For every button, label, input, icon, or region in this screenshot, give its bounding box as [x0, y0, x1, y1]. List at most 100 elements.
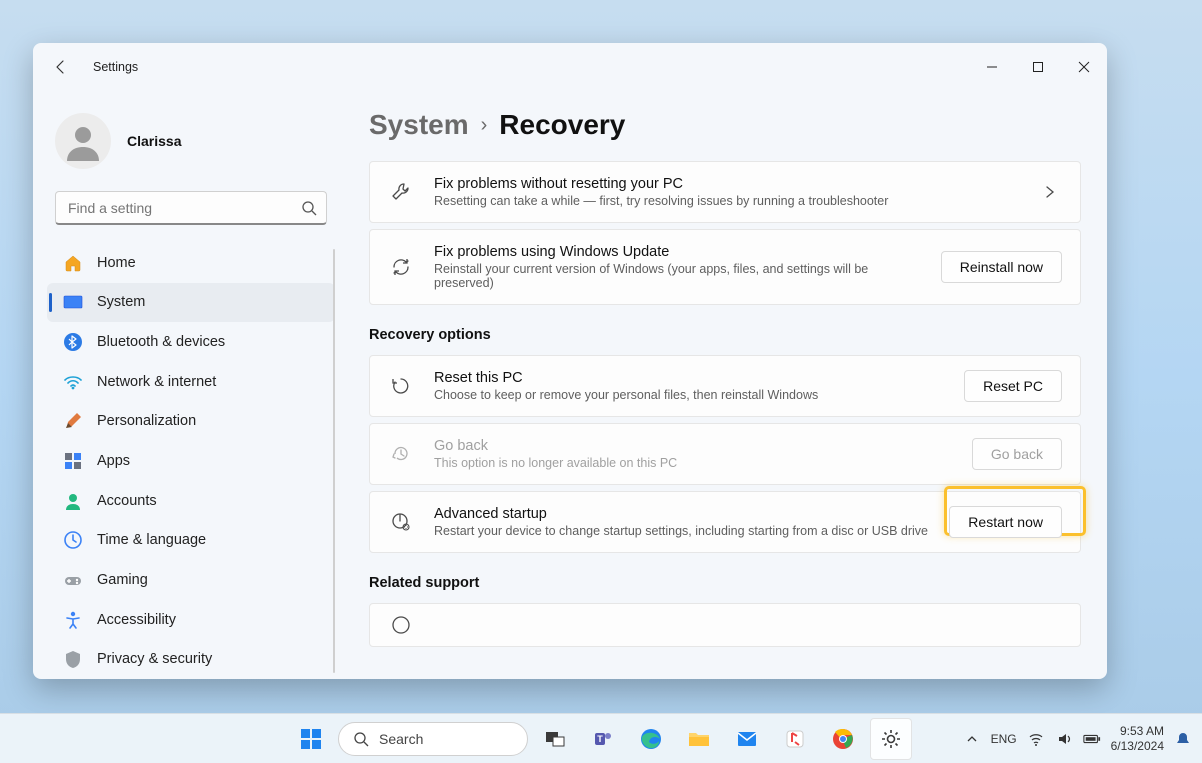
wifi-tray-icon[interactable] [1027, 730, 1045, 748]
sidebar: Clarissa Home System Blu [33, 91, 343, 679]
refresh-icon [388, 254, 414, 280]
reset-icon [388, 373, 414, 399]
file-explorer-icon[interactable] [678, 718, 720, 760]
nav-label: System [97, 294, 145, 310]
nav-gaming[interactable]: Gaming [47, 560, 335, 600]
card-subtitle: Resetting can take a while — first, try … [434, 194, 1018, 208]
card-title: Go back [434, 438, 952, 454]
person-icon [63, 491, 83, 511]
nav-privacy[interactable]: Privacy & security [47, 639, 335, 679]
volume-tray-icon[interactable] [1055, 730, 1073, 748]
shield-icon [63, 649, 83, 669]
chrome-icon[interactable] [822, 718, 864, 760]
teams-icon[interactable]: T [582, 718, 624, 760]
apps-icon [63, 451, 83, 471]
nav-time-language[interactable]: Time & language [47, 520, 335, 560]
nav-bluetooth[interactable]: Bluetooth & devices [47, 322, 335, 362]
nav-label: Time & language [97, 532, 206, 548]
maximize-button[interactable] [1015, 51, 1061, 83]
card-title: Fix problems using Windows Update [434, 244, 921, 260]
user-profile[interactable]: Clarissa [47, 105, 335, 187]
nav-label: Bluetooth & devices [97, 334, 225, 350]
chevron-right-icon [1038, 185, 1062, 199]
section-related-support: Related support [369, 575, 1081, 591]
nav-label: Home [97, 255, 136, 271]
breadcrumb: System › Recovery [369, 105, 1081, 161]
card-subtitle: Restart your device to change startup se… [434, 524, 929, 538]
card-title: Fix problems without resetting your PC [434, 176, 1018, 192]
user-name: Clarissa [127, 133, 181, 149]
window-title: Settings [93, 60, 138, 74]
go-back-card: Go back This option is no longer availab… [369, 423, 1081, 485]
tray-chevron-icon[interactable] [963, 730, 981, 748]
nav-label: Accounts [97, 493, 157, 509]
mail-icon[interactable] [726, 718, 768, 760]
breadcrumb-parent[interactable]: System [369, 109, 469, 141]
language-indicator[interactable]: ENG [991, 732, 1017, 746]
nav-label: Apps [97, 453, 130, 469]
home-icon [63, 253, 83, 273]
minimize-button[interactable] [969, 51, 1015, 83]
nav-list: Home System Bluetooth & devices Network … [47, 243, 335, 679]
card-subtitle: Reinstall your current version of Window… [434, 262, 921, 290]
search-input[interactable] [55, 191, 327, 225]
reset-pc-card: Reset this PC Choose to keep or remove y… [369, 355, 1081, 417]
taskbar-search-label: Search [379, 731, 423, 747]
close-button[interactable] [1061, 51, 1107, 83]
main-content: System › Recovery Fix problems without r… [343, 91, 1107, 679]
reset-pc-button[interactable]: Reset PC [964, 370, 1062, 402]
clock-icon [63, 530, 83, 550]
card-subtitle: This option is no longer available on th… [434, 456, 952, 470]
help-icon [388, 612, 414, 638]
svg-text:T: T [597, 734, 603, 744]
related-support-card[interactable] [369, 603, 1081, 647]
wifi-icon [63, 372, 83, 392]
gamepad-icon [63, 570, 83, 590]
search-icon [301, 200, 317, 216]
nav-network[interactable]: Network & internet [47, 362, 335, 402]
section-recovery-options: Recovery options [369, 327, 1081, 343]
system-icon [63, 292, 83, 312]
restart-now-button[interactable]: Restart now [949, 506, 1062, 538]
power-settings-icon [388, 509, 414, 535]
accessibility-icon [63, 610, 83, 630]
start-button[interactable] [290, 718, 332, 760]
brush-icon [63, 411, 83, 431]
nav-accessibility[interactable]: Accessibility [47, 600, 335, 640]
bluetooth-icon [63, 332, 83, 352]
nav-accounts[interactable]: Accounts [47, 481, 335, 521]
go-back-button: Go back [972, 438, 1062, 470]
system-tray[interactable]: ENG 9:53 AM 6/13/2024 [963, 724, 1192, 754]
nav-label: Personalization [97, 413, 196, 429]
task-view-button[interactable] [534, 718, 576, 760]
card-title: Reset this PC [434, 370, 944, 386]
breadcrumb-current: Recovery [499, 109, 625, 141]
taskbar-search[interactable]: Search [338, 722, 528, 756]
reinstall-now-button[interactable]: Reinstall now [941, 251, 1062, 283]
back-button[interactable] [43, 49, 79, 85]
avatar [55, 113, 111, 169]
card-subtitle: Choose to keep or remove your personal f… [434, 388, 944, 402]
nav-personalization[interactable]: Personalization [47, 402, 335, 442]
edge-icon[interactable] [630, 718, 672, 760]
titlebar: Settings [33, 43, 1107, 91]
settings-taskbar-icon[interactable] [870, 718, 912, 760]
nav-system[interactable]: System [47, 283, 335, 323]
card-title: Advanced startup [434, 506, 929, 522]
tray-time[interactable]: 9:53 AM [1111, 724, 1164, 739]
nav-label: Privacy & security [97, 651, 212, 667]
settings-window: Settings Clarissa [33, 43, 1107, 679]
app-icon-1[interactable] [774, 718, 816, 760]
tray-date[interactable]: 6/13/2024 [1111, 739, 1164, 754]
chevron-right-icon: › [481, 114, 488, 137]
windows-update-card: Fix problems using Windows Update Reinst… [369, 229, 1081, 305]
nav-label: Gaming [97, 572, 148, 588]
search-icon [353, 731, 369, 747]
notifications-tray-icon[interactable] [1174, 730, 1192, 748]
battery-tray-icon[interactable] [1083, 730, 1101, 748]
nav-label: Network & internet [97, 374, 216, 390]
history-icon [388, 441, 414, 467]
nav-home[interactable]: Home [47, 243, 335, 283]
troubleshoot-card[interactable]: Fix problems without resetting your PC R… [369, 161, 1081, 223]
nav-apps[interactable]: Apps [47, 441, 335, 481]
